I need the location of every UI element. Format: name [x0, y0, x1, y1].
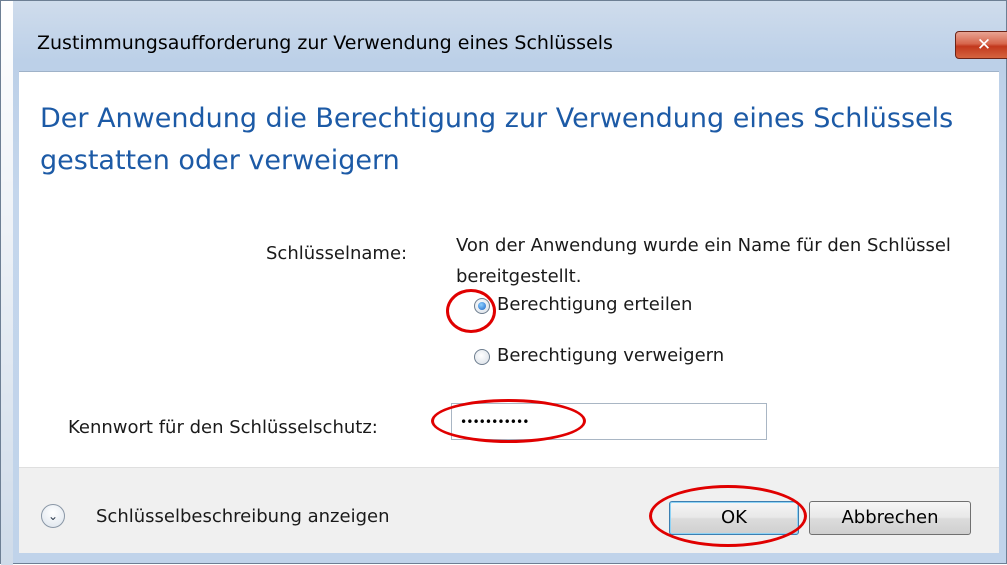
key-name-label: Schlüsselname:	[266, 243, 408, 264]
radio-deny-label[interactable]: Berechtigung verweigern	[497, 345, 724, 366]
password-label: Kennwort für den Schlüsselschutz:	[68, 417, 378, 438]
radio-button-checked[interactable]	[474, 298, 490, 314]
cancel-button[interactable]: Abbrechen	[809, 501, 971, 535]
main-instruction-heading: Der Anwendung die Berechtigung zur Verwe…	[40, 103, 954, 176]
expand-details-button[interactable]: ⌄	[41, 504, 65, 528]
ok-button[interactable]: OK	[669, 501, 799, 535]
radio-grant-label[interactable]: Berechtigung erteilen	[497, 294, 692, 315]
highlight-circle-radio	[446, 289, 496, 333]
dialog-footer: ⌄ Schlüsselbeschreibung anzeigen OK Abbr…	[19, 467, 999, 553]
dialog-window: Zustimmungsaufforderung zur Verwendung e…	[0, 0, 1007, 565]
window-title: Zustimmungsaufforderung zur Verwendung e…	[37, 32, 613, 54]
expand-details-label[interactable]: Schlüsselbeschreibung anzeigen	[96, 506, 390, 527]
key-name-value: Von der Anwendung wurde ein Name für den…	[456, 235, 951, 287]
chevron-down-icon: ⌄	[47, 509, 59, 523]
password-field[interactable]	[451, 403, 767, 440]
window-border-left	[1, 1, 13, 565]
close-button[interactable]: ✕	[955, 31, 1007, 59]
radio-button-unchecked[interactable]	[474, 349, 490, 365]
dialog-content: Der Anwendung die Berechtigung zur Verwe…	[19, 71, 999, 468]
close-icon: ✕	[976, 35, 992, 55]
